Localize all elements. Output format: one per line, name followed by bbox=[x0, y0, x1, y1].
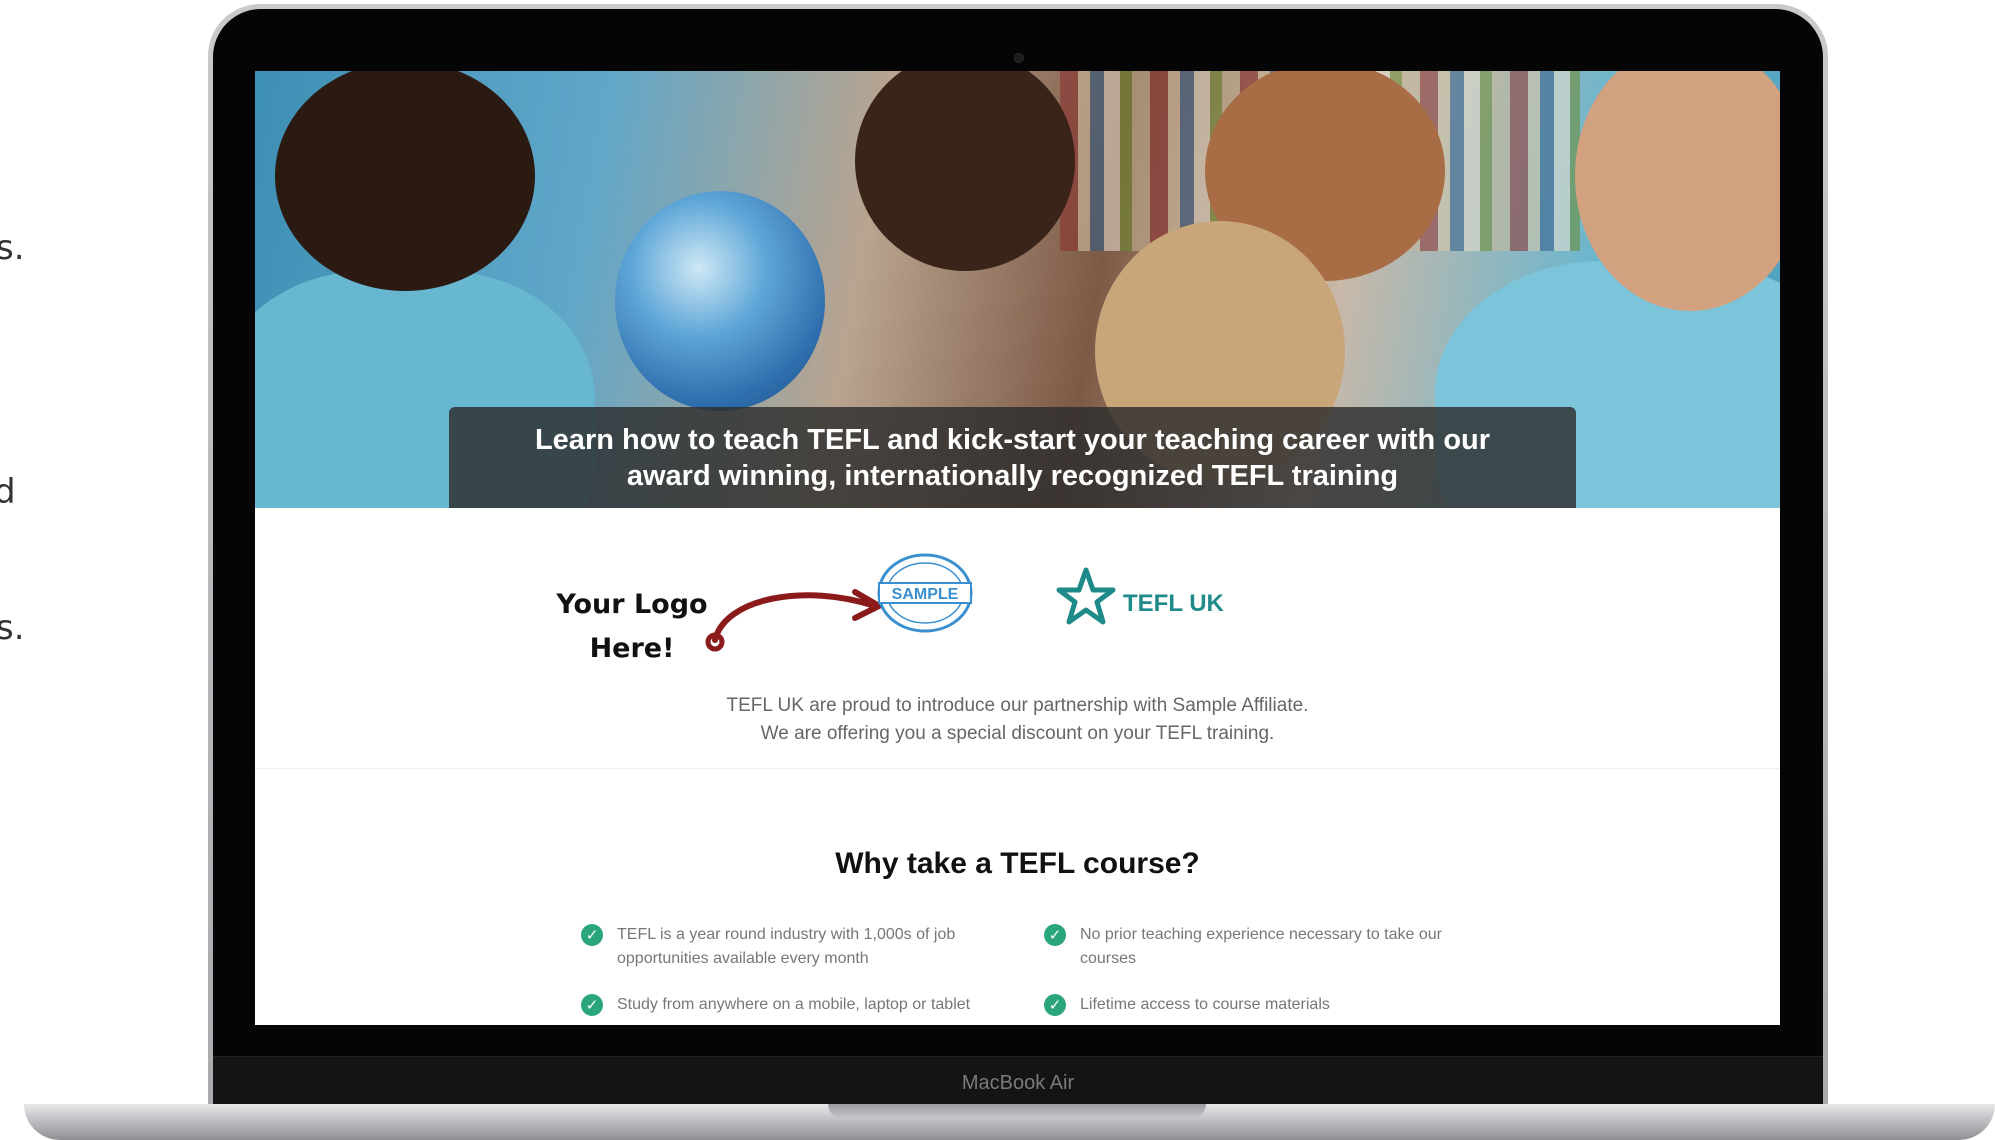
benefit-item: ✓ Lifetime access to course materials bbox=[1044, 993, 1480, 1017]
section-divider bbox=[255, 768, 1780, 769]
camera-icon bbox=[1014, 53, 1024, 63]
benefit-item: ✓ TEFL is a year round industry with 1,0… bbox=[581, 923, 1017, 971]
sample-stamp-text: SAMPLE bbox=[892, 586, 959, 603]
webpage-screen: Learn how to teach TEFL and kick-start y… bbox=[255, 71, 1780, 1025]
hero-caption: Learn how to teach TEFL and kick-start y… bbox=[449, 407, 1576, 508]
benefit-text: No prior teaching experience necessary t… bbox=[1080, 926, 1442, 967]
globe-icon bbox=[615, 191, 825, 411]
intro-line: TEFL UK are proud to introduce our partn… bbox=[726, 695, 1309, 716]
logo-label-line: Your Logo bbox=[556, 589, 708, 620]
device-label: MacBook Air bbox=[961, 1071, 1075, 1094]
check-icon: ✓ bbox=[1044, 994, 1066, 1016]
logo-section: Your Logo Here! SAMPLE TEFL UK TEFL UK a… bbox=[255, 508, 1780, 758]
benefit-item: ✓ No prior teaching experience necessary… bbox=[1044, 923, 1480, 971]
benefit-text: Lifetime access to course materials bbox=[1080, 996, 1330, 1013]
benefit-text: Study from anywhere on a mobile, laptop … bbox=[617, 996, 971, 1013]
cropped-side-text: d bbox=[0, 472, 16, 512]
cropped-side-text: s. bbox=[0, 228, 25, 268]
logo-label-line: Here! bbox=[589, 633, 675, 664]
hero-banner: Learn how to teach TEFL and kick-start y… bbox=[255, 71, 1780, 508]
arrow-icon bbox=[705, 589, 882, 652]
tefl-uk-logo: TEFL UK bbox=[1055, 566, 1224, 628]
benefit-item: ✓ Study from anywhere on a mobile, lapto… bbox=[581, 993, 1017, 1017]
intro-line: We are offering you a special discount o… bbox=[760, 723, 1275, 744]
partner-logo-text: TEFL UK bbox=[1123, 590, 1224, 617]
laptop-chin: MacBook Air bbox=[213, 1056, 1823, 1109]
laptop-notch bbox=[828, 1104, 1206, 1118]
check-icon: ✓ bbox=[581, 924, 603, 946]
benefit-text: TEFL is a year round industry with 1,000… bbox=[617, 926, 956, 967]
why-section-title: Why take a TEFL course? bbox=[835, 847, 1200, 880]
sample-stamp-logo: SAMPLE bbox=[877, 553, 973, 633]
partnership-intro: TEFL UK are proud to introduce our partn… bbox=[255, 692, 1780, 748]
check-icon: ✓ bbox=[1044, 924, 1066, 946]
logo-placeholder-label: Your Logo Here! bbox=[552, 583, 712, 671]
check-icon: ✓ bbox=[581, 994, 603, 1016]
photo-shape bbox=[855, 71, 1075, 271]
cropped-side-text: s. bbox=[0, 608, 25, 648]
photo-shape bbox=[275, 71, 535, 291]
star-icon bbox=[1056, 567, 1116, 625]
hero-caption-text: Learn how to teach TEFL and kick-start y… bbox=[534, 423, 1491, 492]
